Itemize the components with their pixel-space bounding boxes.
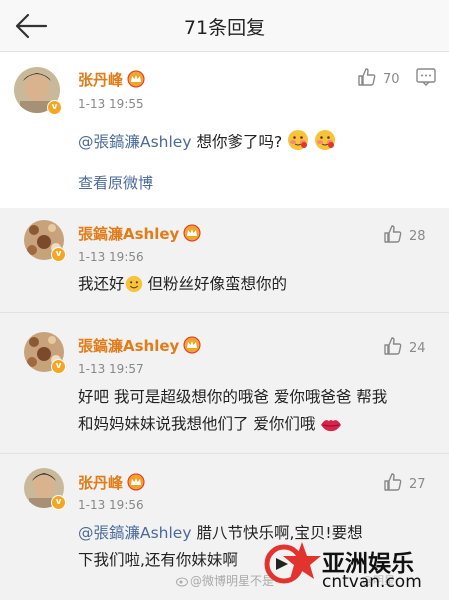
comment-author[interactable]: 张丹峰 xyxy=(78,472,145,495)
comment-text: 想你爹了吗? xyxy=(191,133,283,151)
top-bar: 71条回复 xyxy=(0,0,449,52)
comment-timestamp: 1-13 19:56 xyxy=(78,498,144,512)
reply-list: v 張鎬濂Ashley 1-13 19:56 28 我还好 但粉丝好像蛮想你的 xyxy=(0,208,449,600)
like-button[interactable]: 70 xyxy=(357,67,400,87)
crown-badge-icon xyxy=(127,473,145,495)
like-count: 27 xyxy=(409,477,426,492)
blush-emoji-icon xyxy=(314,129,336,160)
comment-text: 好吧 我可是超级想你的哦爸 爱你哦爸爸 帮我 xyxy=(78,388,388,406)
avatar[interactable]: v xyxy=(14,67,62,115)
comment-timestamp: 1-13 19:56 xyxy=(78,250,144,264)
username-label: 張鎬濂Ashley xyxy=(78,337,180,355)
comment-timestamp: 1-13 19:55 xyxy=(78,97,144,111)
site-logo-icon xyxy=(262,536,322,596)
comment-text: 和妈妈妹妹说我想他们了 爱你们哦 xyxy=(78,415,316,433)
like-button[interactable]: 28 xyxy=(383,224,426,244)
page-title: 71条回复 xyxy=(183,17,266,39)
more-options-icon[interactable] xyxy=(416,68,436,90)
thumbs-up-icon xyxy=(384,473,402,491)
verified-badge-icon: v xyxy=(51,359,66,374)
comment-body: @張鎬濂Ashley 想你爹了吗? xyxy=(78,129,336,160)
comment-author[interactable]: 張鎬濂Ashley xyxy=(78,335,201,358)
avatar[interactable]: v xyxy=(24,220,66,262)
crown-badge-icon xyxy=(127,70,145,92)
thumbs-up-icon xyxy=(358,68,376,86)
like-count: 70 xyxy=(383,72,400,87)
thumbs-up-icon xyxy=(384,225,402,243)
like-count: 28 xyxy=(409,229,426,244)
view-original-post-link[interactable]: 查看原微博 xyxy=(78,172,153,193)
comment-body: 我还好 但粉丝好像蛮想你的 xyxy=(78,271,287,302)
comment-author[interactable]: 張鎬濂Ashley xyxy=(78,223,201,246)
smile-emoji-icon xyxy=(125,275,143,302)
blush-emoji-icon xyxy=(287,129,309,160)
mention-link[interactable]: @張鎬濂Ashley xyxy=(78,524,192,542)
avatar[interactable]: v xyxy=(24,468,66,510)
verified-badge-icon: v xyxy=(47,100,62,115)
comment-timestamp: 1-13 19:57 xyxy=(78,362,144,376)
comment-text: 我还好 xyxy=(78,275,125,293)
weibo-watermark: @微博明星不是 xyxy=(176,572,274,589)
avatar[interactable]: v xyxy=(24,332,66,374)
username-label: 張鎬濂Ashley xyxy=(78,225,180,243)
crown-badge-icon xyxy=(183,336,201,358)
like-button[interactable]: 27 xyxy=(383,472,426,492)
verified-badge-icon: v xyxy=(51,495,66,510)
main-comment: v 张丹峰 1-13 19:55 70 @張鎬濂Ashley 想你爹了吗? 查看… xyxy=(0,53,449,208)
like-button[interactable]: 24 xyxy=(383,336,426,356)
kiss-lips-emoji-icon xyxy=(320,415,342,442)
site-url: cntvan.com xyxy=(322,572,422,592)
username-label: 张丹峰 xyxy=(78,71,124,89)
verified-badge-icon: v xyxy=(51,247,66,262)
mention-link[interactable]: @張鎬濂Ashley xyxy=(78,133,192,151)
comment-body: 好吧 我可是超级想你的哦爸 爱你哦爸爸 帮我 和妈妈妹妹说我想他们了 爱你们哦 xyxy=(78,384,387,442)
divider xyxy=(0,453,449,454)
comment-author[interactable]: 张丹峰 xyxy=(78,69,145,92)
comment-text: 但粉丝好像蛮想你的 xyxy=(142,275,287,293)
divider xyxy=(0,312,449,313)
thumbs-up-icon xyxy=(384,337,402,355)
like-count: 24 xyxy=(409,341,426,356)
username-label: 张丹峰 xyxy=(78,474,124,492)
crown-badge-icon xyxy=(183,224,201,246)
weibo-logo-icon xyxy=(176,574,190,588)
